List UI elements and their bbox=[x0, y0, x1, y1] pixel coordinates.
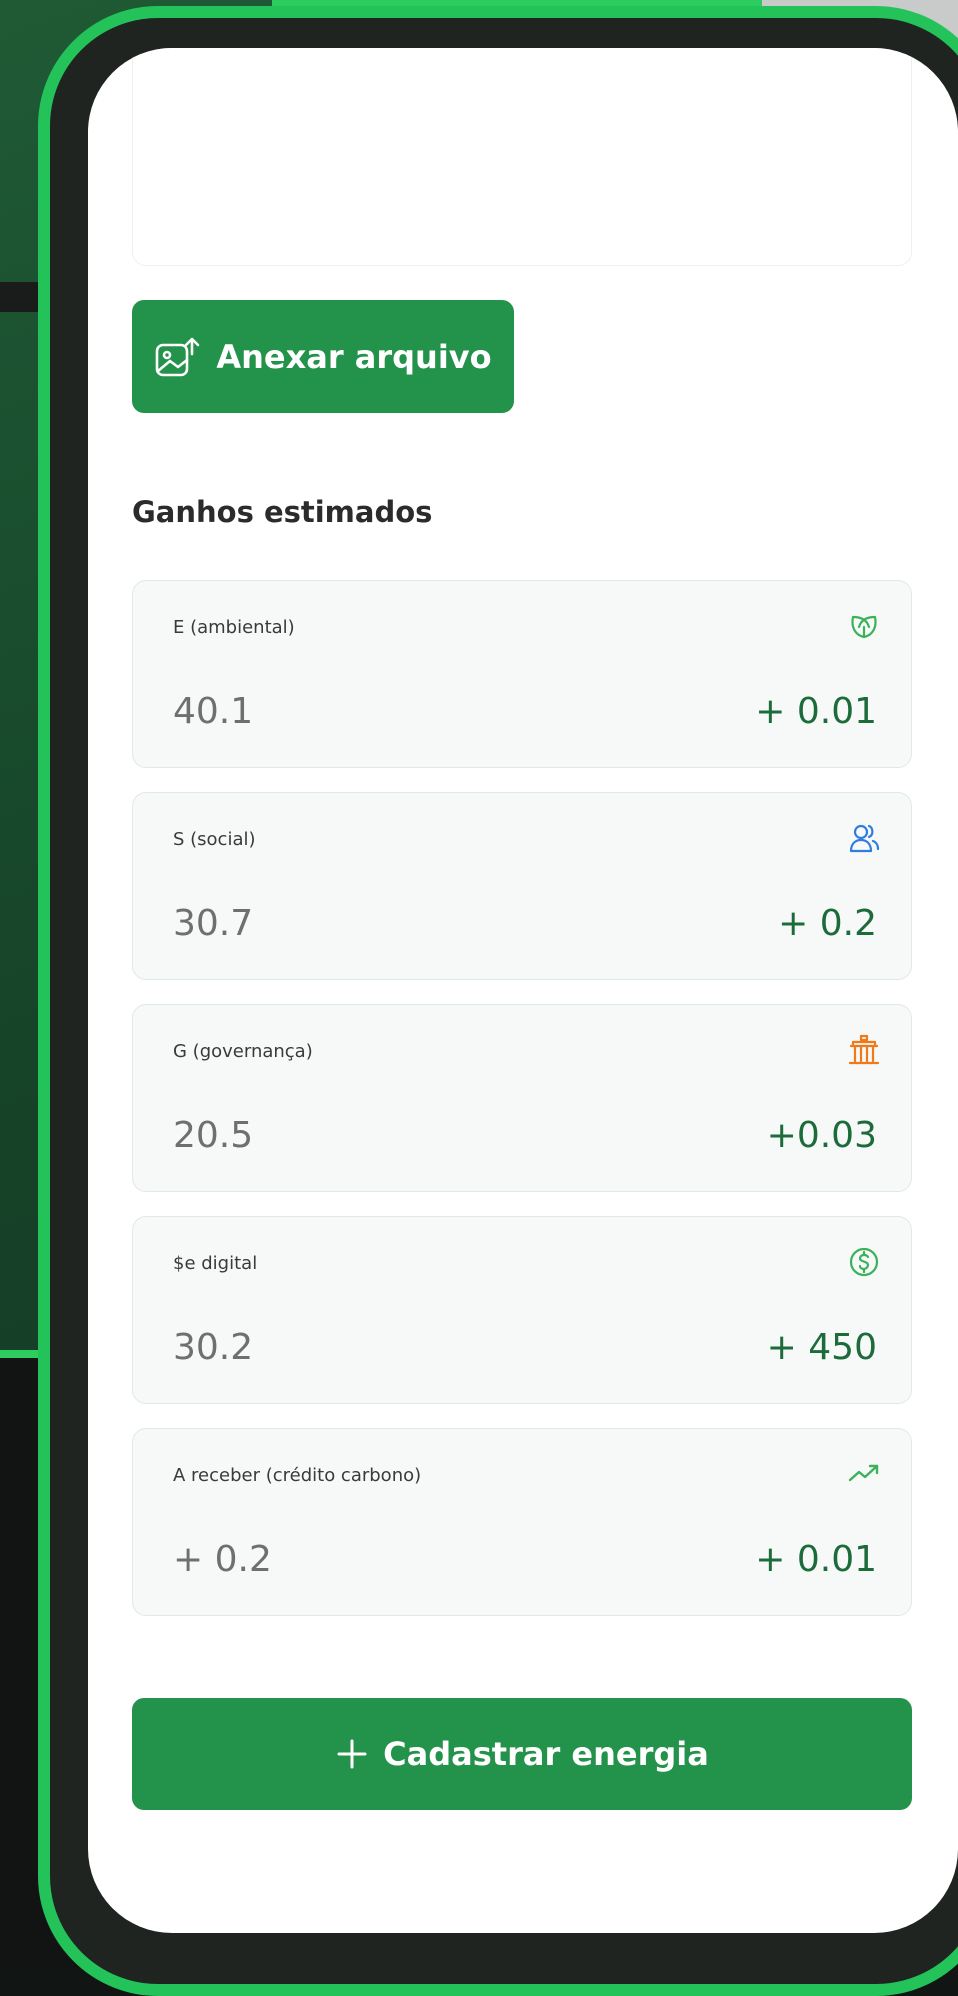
app-screen: Anexar arquivo Ganhos estimados E (ambie… bbox=[88, 48, 958, 1933]
metric-label: A receber (crédito carbono) bbox=[173, 1465, 422, 1486]
users-icon bbox=[849, 824, 880, 853]
metric-label: $e digital bbox=[173, 1253, 258, 1274]
metric-value: + 0.2 bbox=[173, 1539, 272, 1580]
metric-gain: + 0.2 bbox=[778, 903, 877, 944]
metric-value: 30.2 bbox=[173, 1327, 254, 1368]
metric-label: S (social) bbox=[173, 829, 256, 850]
metric-gain: +0.03 bbox=[766, 1115, 877, 1156]
metric-gain: + 450 bbox=[766, 1327, 877, 1368]
metric-gain: + 0.01 bbox=[755, 1539, 877, 1580]
metric-label: E (ambiental) bbox=[173, 617, 295, 638]
metric-label: G (governança) bbox=[173, 1041, 313, 1062]
attach-file-button[interactable]: Anexar arquivo bbox=[132, 300, 514, 413]
metric-value: 40.1 bbox=[173, 691, 254, 732]
metric-card-social: S (social) 30.7 + 0.2 bbox=[132, 792, 912, 980]
government-building-icon bbox=[848, 1034, 880, 1065]
plus-icon bbox=[337, 1739, 367, 1769]
section-title: Ganhos estimados bbox=[132, 495, 433, 529]
metric-card-governance: G (governança) 20.5 +0.03 bbox=[132, 1004, 912, 1192]
metric-value: 20.5 bbox=[173, 1115, 254, 1156]
metric-gain: + 0.01 bbox=[755, 691, 877, 732]
trending-up-icon bbox=[848, 1464, 879, 1482]
metric-card-digital-currency: $e digital 30.2 + 450 bbox=[132, 1216, 912, 1404]
description-text-area[interactable] bbox=[132, 48, 912, 266]
dollar-circle-icon bbox=[849, 1247, 879, 1277]
metric-card-environmental: E (ambiental) 40.1 + 0.01 bbox=[132, 580, 912, 768]
attach-file-label: Anexar arquivo bbox=[216, 337, 492, 376]
metric-value: 30.7 bbox=[173, 903, 254, 944]
register-energy-label: Cadastrar energia bbox=[383, 1735, 709, 1773]
leaf-icon bbox=[851, 615, 877, 639]
metric-card-carbon-credit: A receber (crédito carbono) + 0.2 + 0.01 bbox=[132, 1428, 912, 1616]
register-energy-button[interactable]: Cadastrar energia bbox=[132, 1698, 912, 1810]
image-upload-icon bbox=[156, 337, 200, 376]
